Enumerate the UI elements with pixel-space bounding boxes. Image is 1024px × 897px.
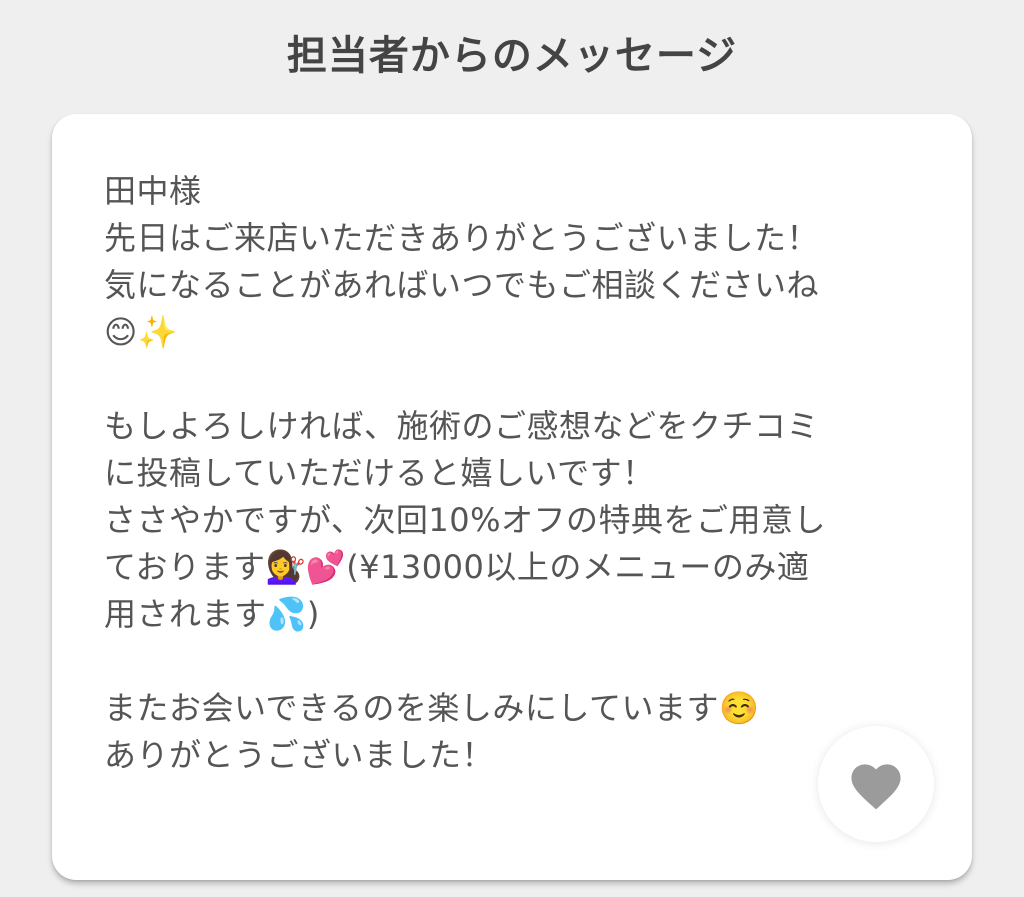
heart-shape [851,764,901,810]
message-line: 気になることがあればいつでもご相談くださいね [104,266,820,304]
message-card: 田中様 先日はご来店いただきありがとうございました！ 気になることがあればいつで… [52,114,972,880]
message-line: 😊✨ [104,313,179,351]
message-line: もしよろしければ、施術のご感想などをクチコミ [104,407,820,445]
page-title: 担当者からのメッセージ [286,33,738,79]
message-line: 先日はご来店いただきありがとうございました！ [104,219,820,257]
message-line: ささやかですが、次回10%オフの特典をご用意し [104,501,826,539]
message-line [104,356,924,403]
heart-icon [846,757,906,811]
message-line: ております💇‍♀️💕(¥13000以上のメニューのみ適 [104,548,810,586]
message-line: ありがとうございました！ [104,736,495,774]
message-line: またお会いできるのを楽しみにしています☺️ [104,689,760,727]
message-body: 田中様 先日はご来店いただきありがとうございました！ 気になることがあればいつで… [104,168,924,779]
message-line: 田中様 [104,172,202,210]
like-button[interactable] [818,726,934,842]
message-line: 用されます💦) [104,595,320,633]
message-line: に投稿していただけると嬉しいです！ [104,454,655,492]
message-line [104,638,924,685]
